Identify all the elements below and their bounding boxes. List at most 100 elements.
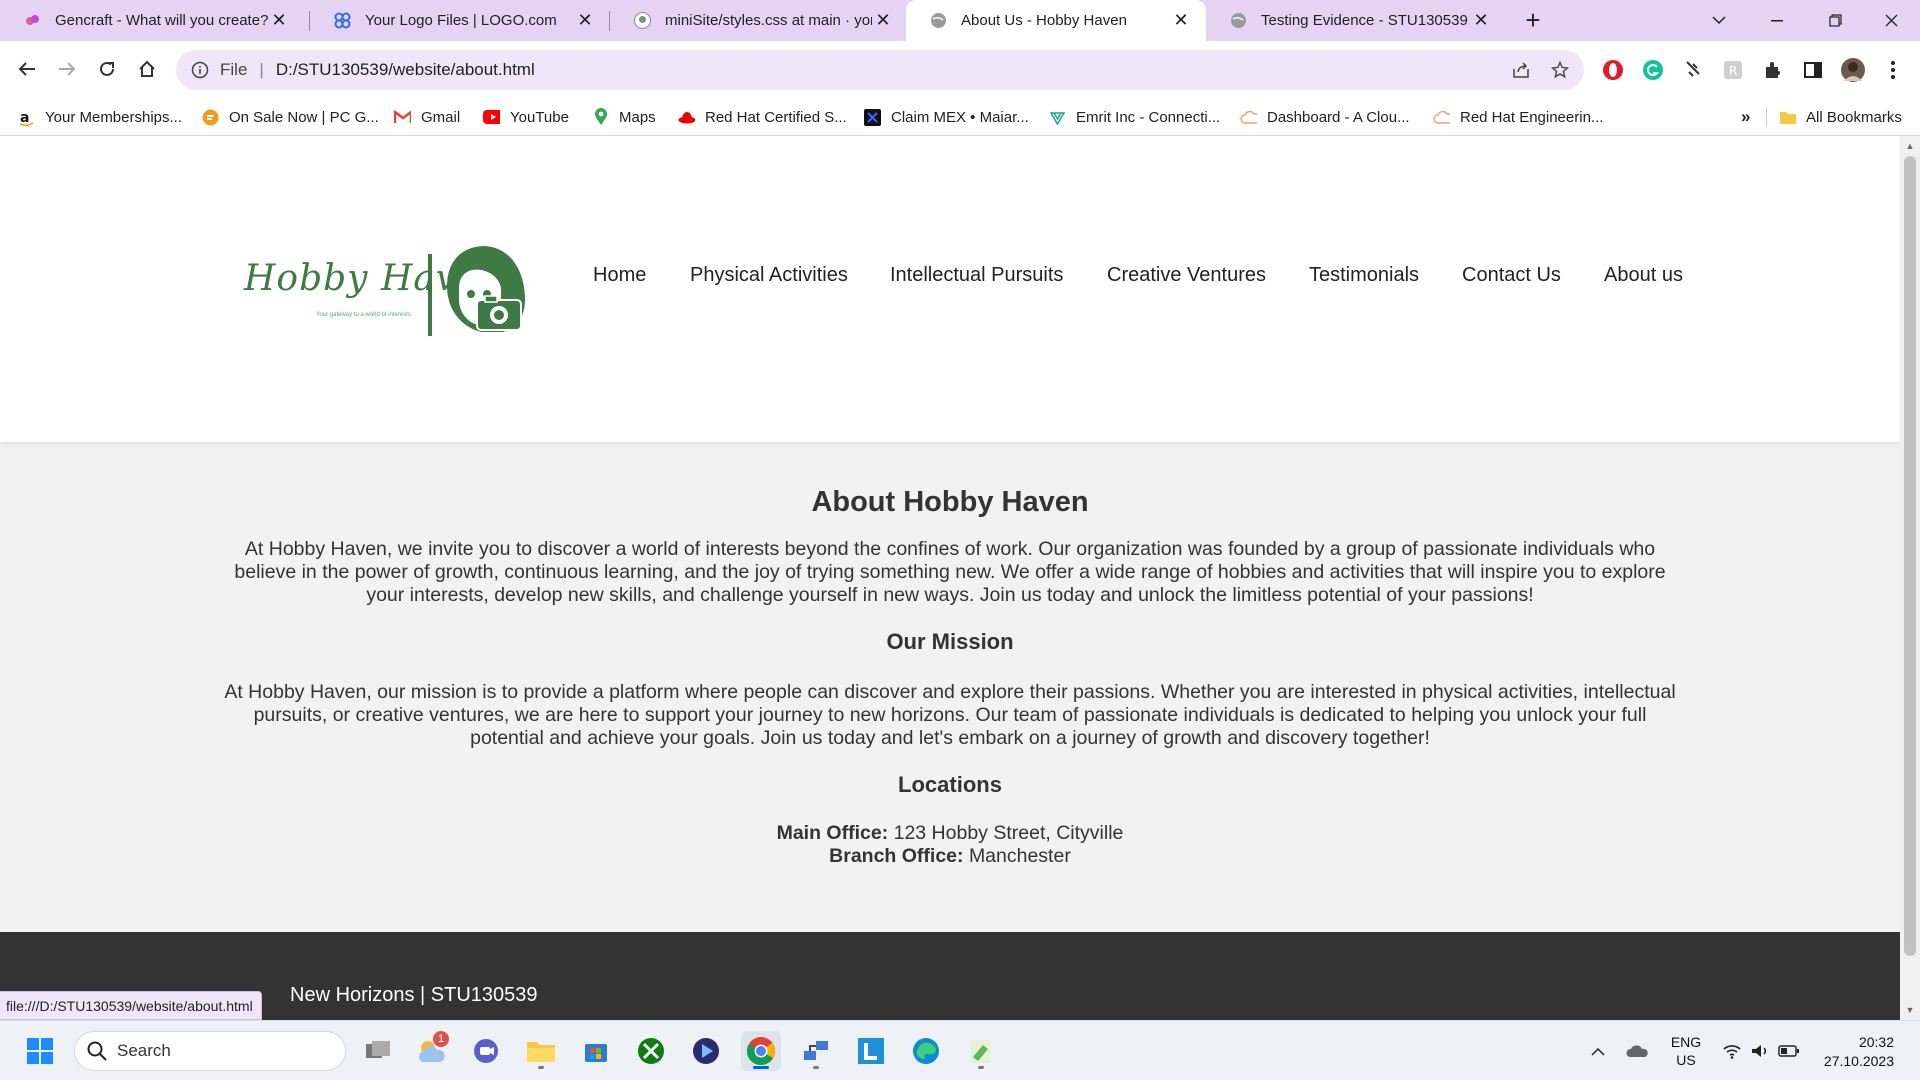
close-icon[interactable]: ✕	[1470, 10, 1492, 32]
profile-avatar[interactable]	[1839, 56, 1867, 84]
nav-creative-ventures[interactable]: Creative Ventures	[1107, 264, 1266, 292]
bookmark-item[interactable]: Red Hat Engineerin...	[1433, 98, 1603, 136]
tab-github[interactable]: miniSite/styles.css at main · yom ✕	[610, 0, 908, 41]
nav-testimonials[interactable]: Testimonials	[1309, 264, 1419, 292]
maps-icon	[592, 108, 609, 126]
new-tab-button[interactable]: +	[1518, 6, 1548, 36]
nav-home[interactable]: Home	[593, 264, 646, 292]
restore-button[interactable]	[1806, 0, 1864, 41]
page-title: About Hobby Haven	[811, 486, 1089, 518]
tab-search-icon[interactable]	[1690, 0, 1748, 41]
notepad-icon[interactable]	[961, 1031, 1001, 1071]
svg-text:R: R	[1729, 64, 1737, 78]
task-view-icon[interactable]	[358, 1031, 398, 1071]
bookmark-label: Emrit Inc - Connecti...	[1076, 108, 1221, 126]
close-icon[interactable]: ✕	[574, 10, 596, 32]
address-bar[interactable]: File | D:/STU130539/website/about.html	[176, 50, 1584, 90]
tab-about-us[interactable]: About Us - Hobby Haven ✕	[906, 0, 1206, 41]
main-office-value: 123 Hobby Street, Cityville	[893, 822, 1124, 844]
site-logo[interactable]: Hobby Haven Your gateway to a world of i…	[244, 240, 534, 336]
wallet-icon[interactable]	[1679, 56, 1707, 84]
scroll-up-arrow[interactable]: ▲	[1904, 140, 1916, 152]
battery-icon[interactable]	[1776, 1021, 1802, 1080]
share-icon[interactable]	[1510, 59, 1532, 81]
pcgamer-icon	[202, 109, 219, 126]
tab-logo-com[interactable]: Your Logo Files | LOGO.com ✕	[310, 0, 610, 41]
footer-text: New Horizons | STU130539	[290, 984, 538, 1006]
bookmark-item[interactable]: Emrit Inc - Connecti...	[1049, 98, 1220, 136]
clock-time: 20:32	[1858, 1034, 1894, 1050]
bookmark-item[interactable]: Dashboard - A Clou...	[1240, 98, 1410, 136]
windows-icon	[27, 1038, 53, 1064]
onedrive-icon[interactable]	[1622, 1021, 1652, 1080]
system-clock[interactable]: 20:32 27.10.2023	[1814, 1033, 1894, 1071]
page-scrollbar[interactable]: ▲ ▼	[1900, 136, 1920, 1020]
chrome-icon[interactable]	[741, 1031, 781, 1071]
opera-icon[interactable]	[1599, 56, 1627, 84]
close-window-button[interactable]	[1862, 0, 1920, 41]
bookmark-item[interactable]: Red Hat Certified S...	[678, 98, 847, 136]
bookmark-label: Your Memberships...	[45, 108, 183, 126]
bookmark-item[interactable]: YouTube	[483, 98, 569, 136]
main-office: Main Office: 123 Hobby Street, Cityville	[0, 822, 1900, 845]
puzzle-icon[interactable]	[1759, 56, 1787, 84]
all-bookmarks-button[interactable]: All Bookmarks	[1779, 98, 1902, 136]
close-icon[interactable]: ✕	[1170, 10, 1192, 32]
l-app-icon[interactable]	[851, 1031, 891, 1071]
weather-icon[interactable]: 1	[411, 1031, 451, 1071]
close-icon[interactable]: ✕	[268, 10, 290, 32]
clock-date: 27.10.2023	[1823, 1053, 1894, 1069]
extension-icon[interactable]: R	[1719, 56, 1747, 84]
reload-button[interactable]	[91, 53, 123, 85]
side-panel-icon[interactable]	[1799, 56, 1827, 84]
bookmark-item[interactable]: Maps	[592, 98, 656, 136]
bookmark-item[interactable]: On Sale Now | PC G...	[202, 98, 379, 136]
cloud-icon	[1240, 109, 1257, 126]
bookmark-label: YouTube	[510, 108, 569, 126]
edge-icon[interactable]	[906, 1031, 946, 1071]
bookmarks-overflow-button[interactable]: »	[1741, 98, 1750, 136]
scroll-down-arrow[interactable]: ▼	[1904, 1004, 1916, 1016]
close-icon[interactable]: ✕	[872, 10, 894, 32]
forward-button[interactable]	[51, 53, 83, 85]
grammarly-icon[interactable]	[1639, 56, 1667, 84]
xbox-icon[interactable]	[631, 1031, 671, 1071]
about-line: your interests, develop new skills, and …	[366, 584, 1534, 606]
ms-store-icon[interactable]	[576, 1031, 616, 1071]
bookmark-item[interactable]: Claim MEX • Maiar...	[864, 98, 1029, 136]
nav-about-us[interactable]: About us	[1604, 264, 1683, 292]
bookmark-label: Red Hat Certified S...	[705, 108, 847, 126]
show-hidden-icons[interactable]	[1586, 1021, 1610, 1080]
media-player-icon[interactable]	[686, 1031, 726, 1071]
url-separator: |	[259, 60, 264, 79]
about-line: At Hobby Haven, we invite you to discove…	[244, 538, 1656, 560]
bookmark-star-icon[interactable]	[1549, 59, 1571, 81]
menu-icon[interactable]	[1879, 56, 1907, 84]
taskbar-search[interactable]: Search	[74, 1031, 346, 1071]
teams-chat-icon[interactable]	[466, 1031, 506, 1071]
bookmark-item[interactable]: Gmail	[394, 98, 460, 136]
browser-toolbar: File | D:/STU130539/website/about.html R	[0, 41, 1920, 98]
network-app-icon[interactable]	[796, 1031, 836, 1071]
file-explorer-icon[interactable]	[521, 1031, 561, 1071]
start-button[interactable]	[20, 1031, 60, 1071]
back-button[interactable]	[11, 53, 43, 85]
bookmark-item[interactable]: a Your Memberships...	[18, 98, 182, 136]
url-text[interactable]: D:/STU130539/website/about.html	[276, 60, 535, 80]
nav-intellectual-pursuits[interactable]: Intellectual Pursuits	[890, 264, 1063, 292]
volume-icon[interactable]	[1748, 1021, 1772, 1080]
home-button[interactable]	[131, 53, 163, 85]
tab-strip: Gencraft - What will you create? ✕ Your …	[0, 0, 1920, 41]
logo-divider	[428, 254, 432, 336]
wifi-icon[interactable]	[1720, 1021, 1744, 1080]
minimize-button[interactable]	[1748, 0, 1806, 41]
nav-physical-activities[interactable]: Physical Activities	[690, 264, 848, 292]
tab-gencraft[interactable]: Gencraft - What will you create? ✕	[0, 0, 304, 41]
language-indicator[interactable]: ENG US	[1664, 1021, 1708, 1080]
globe-icon	[1230, 12, 1247, 29]
scroll-thumb[interactable]	[1904, 156, 1916, 956]
info-icon[interactable]	[190, 60, 210, 80]
tab-testing-evidence[interactable]: Testing Evidence - STU130539 ✕	[1206, 0, 1506, 41]
nav-contact-us[interactable]: Contact Us	[1462, 264, 1561, 292]
site-footer: New Horizons | STU130539	[0, 932, 1900, 1020]
